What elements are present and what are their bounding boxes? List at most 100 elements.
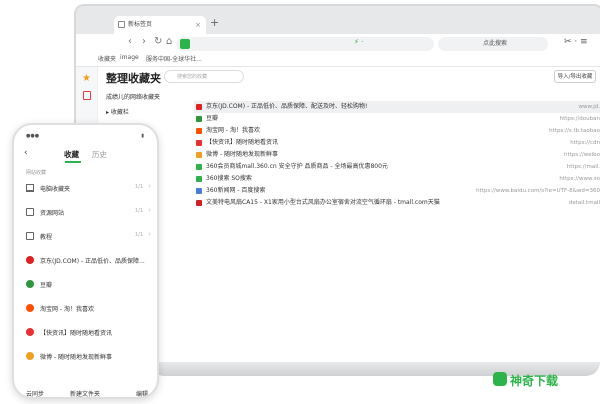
folder-icon <box>26 232 34 240</box>
address-bar[interactable]: ⚡ · <box>176 37 434 51</box>
favorite-row[interactable]: 淘宝网 - 淘！我喜欢 https://s.tb.taobao <box>194 125 600 137</box>
site-favicon-icon <box>196 200 202 206</box>
phone-list-item[interactable]: 电脑收藏夹 1/1 › <box>14 179 157 199</box>
site-favicon-icon <box>196 176 202 182</box>
news-icon <box>26 328 34 336</box>
phone-list-item[interactable]: 资源网站 1/1 › <box>14 203 157 223</box>
favorite-url: https://www.so <box>559 176 600 182</box>
item-label: 电脑收藏夹 <box>40 186 71 193</box>
item-label: 淘宝网 - 淘！我喜欢 <box>40 306 94 313</box>
home-icon[interactable]: ⌂ <box>166 36 172 47</box>
item-label: 豆瓣 <box>40 282 53 289</box>
page-icon <box>118 21 125 28</box>
watermark: 神奇下载 <box>510 374 559 388</box>
site-favicon-icon <box>196 164 202 170</box>
site-favicon-icon <box>196 116 202 122</box>
phone-status-bar: ●●● ▮ <box>26 133 144 139</box>
site-favicon-icon <box>196 128 202 134</box>
favorite-title: 文美特电风扇CA15 - X1家用小型台式风扇办公室宿舍对流空气循环扇 - tm… <box>206 199 440 206</box>
taobao-icon <box>26 304 34 312</box>
refresh-icon[interactable]: ↻ <box>154 36 162 47</box>
folder-icon <box>26 208 34 216</box>
document-icon[interactable] <box>83 91 91 100</box>
favorite-url: https://cdn <box>570 140 600 146</box>
site-favicon-icon <box>196 152 202 158</box>
phone-frame: ●●● ▮ ‹ 收藏 历史 网站收藏 电脑收藏夹 1/1 › 资源网站 1/1 › 教程 1/… <box>12 123 159 399</box>
active-tab-indicator <box>65 161 81 163</box>
phone-list-item[interactable]: 淘宝网 - 淘！我喜欢 <box>14 299 157 319</box>
battery-icon: ▮ <box>141 133 144 139</box>
signal-icon: ●●● <box>26 133 40 139</box>
favorite-title: 京东(JD.COM) - 正品低价、品质保障、配送及时、轻松购物! <box>206 103 368 110</box>
favorite-row[interactable]: 京东(JD.COM) - 正品低价、品质保障、配送及时、轻松购物! www.jd. <box>194 101 600 113</box>
cloud-sync-button[interactable]: 云同步 <box>26 389 44 397</box>
favorite-title: 360搜索 SO搜索 <box>206 175 252 182</box>
favorites-search-input[interactable]: 搜索您的收藏 <box>164 70 244 83</box>
tab-title: 新标签页 <box>128 21 153 28</box>
site-favicon-icon <box>196 104 202 110</box>
phone-header: ‹ 收藏 历史 <box>14 147 157 163</box>
bookmarks-bar: 收藏夹 image 服务中国-全球华社... <box>76 54 600 66</box>
favorite-title: 【快资讯】随时随地看资讯 <box>206 139 279 146</box>
close-tab-icon[interactable]: × <box>195 16 201 34</box>
bookmark-item[interactable]: 收藏夹 <box>98 54 116 63</box>
tab-favorites[interactable]: 收藏 <box>64 149 79 160</box>
back-icon[interactable]: ‹ <box>128 36 132 47</box>
item-count: 1/1 <box>134 184 143 190</box>
favorite-title: 豆瓣 <box>206 115 219 122</box>
favorite-row[interactable]: 微博 - 随时随地发现新鲜事 https://weibo <box>194 149 600 161</box>
favorite-url: https://douban <box>559 116 600 122</box>
forward-icon[interactable]: › <box>142 36 146 47</box>
phone-list-item[interactable]: 京东(JD.COM) - 正品低价、品质保障... <box>14 251 157 271</box>
star-icon[interactable]: ★ <box>82 73 91 84</box>
tree-root[interactable]: 成绩儿的网络收藏夹 <box>106 92 160 101</box>
tab-history[interactable]: 历史 <box>92 149 107 160</box>
favorite-title: 360会员商城mall.360.cn 安全守护 品质商品 - 全场最高优惠800… <box>206 163 388 170</box>
item-label: 微博 - 随时随地发现新鲜事 <box>40 354 112 361</box>
favorite-row[interactable]: 豆瓣 https://douban <box>194 113 600 125</box>
favorite-url: https://weibo <box>564 152 600 158</box>
douban-icon <box>26 280 34 288</box>
address-bar-indicator: ⚡ · <box>354 38 364 46</box>
item-label: 【快资讯】随时随地看资讯 <box>40 330 113 337</box>
tab-new-tab-page[interactable]: 新标签页 × <box>114 16 206 34</box>
item-label: 资源网站 <box>40 210 65 217</box>
item-label: 教程 <box>40 234 53 241</box>
back-icon[interactable]: ‹ <box>24 148 28 158</box>
security-shield-icon <box>180 39 190 49</box>
favorite-title: 淘宝网 - 淘！我喜欢 <box>206 127 260 134</box>
bookmark-item[interactable]: image <box>120 54 139 61</box>
section-label: 网站收藏 <box>26 170 47 176</box>
edit-button[interactable]: 编辑 <box>136 389 148 397</box>
favorite-row[interactable]: 【快资讯】随时随地看资讯 https://cdn <box>194 137 600 149</box>
site-favicon-icon <box>196 188 202 194</box>
weibo-icon <box>26 352 34 360</box>
phone-list-item[interactable]: 教程 1/1 › <box>14 227 157 247</box>
tab-bar: 新标签页 × + <box>76 6 600 34</box>
chevron-right-icon: › <box>148 182 151 190</box>
favorite-row[interactable]: 360搜索 SO搜索 https://www.so <box>194 173 600 185</box>
tree-favorites-bar[interactable]: ▸ 收藏栏 <box>106 107 160 116</box>
favorite-row[interactable]: 文美特电风扇CA15 - X1家用小型台式风扇办公室宿舍对流空气循环扇 - tm… <box>194 197 600 209</box>
search-box[interactable]: 点此搜索 <box>438 37 548 51</box>
item-label: 京东(JD.COM) - 正品低价、品质保障... <box>40 258 145 265</box>
toolbar-menu-icons[interactable]: ✂ · ≡ <box>564 37 588 47</box>
phone-list-item[interactable]: 豆瓣 <box>14 275 157 295</box>
favorite-url: www.jd. <box>578 104 600 110</box>
chevron-right-icon: › <box>148 230 151 238</box>
new-tab-button[interactable]: + <box>210 16 219 29</box>
chevron-right-icon: › <box>148 206 151 214</box>
favorite-url: detail.tmall <box>568 200 600 206</box>
phone-list-item[interactable]: 【快资讯】随时随地看资讯 <box>14 323 157 343</box>
new-folder-button[interactable]: 新建文件夹 <box>70 389 100 397</box>
favorite-title: 360新闻网 - 百度搜索 <box>206 187 266 194</box>
bookmark-item[interactable]: 服务中国-全球华社... <box>146 54 202 63</box>
favorite-row[interactable]: 360会员商城mall.360.cn 安全守护 品质商品 - 全场最高优惠800… <box>194 161 600 173</box>
site-favicon-icon <box>196 140 202 146</box>
item-count: 1/1 <box>134 232 143 238</box>
favorite-row[interactable]: 360新闻网 - 百度搜索 https://www.baidu.com/s?ie=… <box>194 185 600 197</box>
import-export-button[interactable]: 导入/导出收藏 <box>554 70 596 83</box>
phone-list-item[interactable]: 微博 - 随时随地发现新鲜事 <box>14 347 157 367</box>
page-title: 整理收藏夹 <box>106 72 161 85</box>
favorite-title: 微博 - 随时随地发现新鲜事 <box>206 151 278 158</box>
